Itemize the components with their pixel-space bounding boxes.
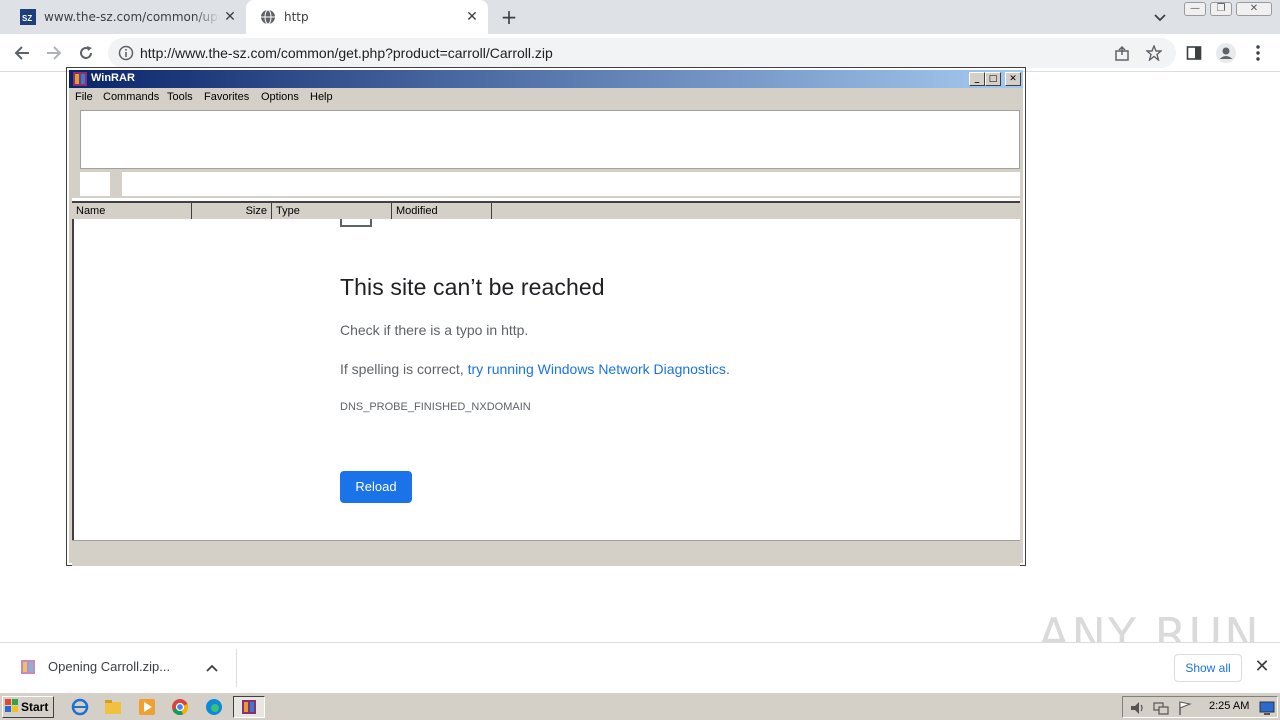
column-size[interactable]: Size	[192, 203, 272, 219]
tab-update-php[interactable]: SZ www.the-sz.com/common/update.php ✕	[0, 0, 246, 34]
winrar-close-icon[interactable]: ✕	[1005, 72, 1021, 86]
bookmark-star-icon[interactable]	[1145, 44, 1163, 65]
flag-icon[interactable]	[1177, 700, 1193, 720]
winrar-maximize-icon[interactable]: □	[985, 72, 1001, 86]
tab-strip: SZ www.the-sz.com/common/update.php ✕ ht…	[0, 0, 1280, 34]
winrar-toolbar-area	[72, 108, 1020, 198]
column-type[interactable]: Type	[272, 203, 392, 219]
winrar-filelist-border	[72, 219, 74, 541]
address-bar[interactable]: http://www.the-sz.com/common/get.php?pro…	[108, 38, 1176, 68]
winrar-titlebar[interactable]: WinRAR _ □ ✕	[69, 70, 1023, 88]
taskbar: Start 2:25 AM	[0, 692, 1280, 720]
windows-logo-icon	[5, 699, 19, 719]
tab-title: http	[284, 10, 309, 24]
menu-tools[interactable]: Tools	[167, 91, 193, 103]
forward-icon[interactable]	[42, 41, 66, 65]
tab-close-icon[interactable]: ✕	[464, 9, 480, 25]
menu-options[interactable]: Options	[261, 91, 299, 103]
winrar-border-right	[1020, 108, 1023, 563]
shelf-divider	[236, 649, 237, 687]
winrar-statusbar	[72, 540, 1020, 566]
download-item-label[interactable]: Opening Carroll.zip...	[48, 659, 170, 674]
menu-file[interactable]: File	[75, 91, 93, 103]
close-window-icon[interactable]: ✕	[1236, 2, 1272, 16]
start-button[interactable]: Start	[2, 696, 54, 718]
close-icon[interactable]: ✕	[1252, 657, 1272, 677]
winrar-logo-icon	[241, 699, 257, 719]
menu-favorites[interactable]: Favorites	[204, 91, 249, 103]
system-tray: 2:25 AM	[1122, 696, 1278, 718]
tab-title: www.the-sz.com/common/update.php	[44, 10, 220, 24]
archive-file-icon	[20, 659, 36, 679]
winrar-window: WinRAR _ □ ✕ File Commands Tools Favorit…	[66, 67, 1026, 566]
winrar-toolbar	[80, 110, 1020, 169]
winrar-up-button[interactable]	[80, 172, 110, 196]
menu-help[interactable]: Help	[310, 91, 333, 103]
tab-close-icon[interactable]: ✕	[222, 9, 238, 25]
media-player-icon[interactable]	[137, 697, 157, 717]
network-icon[interactable]	[1153, 700, 1169, 720]
side-panel-icon[interactable]	[1182, 41, 1206, 65]
profile-avatar-icon[interactable]	[1214, 41, 1238, 65]
info-icon[interactable]	[118, 45, 134, 65]
winrar-menubar: File Commands Tools Favorites Options He…	[69, 88, 1023, 108]
tab-http[interactable]: http ✕	[246, 0, 488, 34]
winrar-path-field[interactable]	[122, 172, 1020, 196]
minimize-icon[interactable]: —	[1184, 2, 1206, 16]
chevron-down-icon[interactable]	[1152, 9, 1168, 25]
download-shelf: Opening Carroll.zip... Show all ✕	[0, 642, 1280, 692]
volume-icon[interactable]	[1129, 700, 1145, 720]
taskbar-winrar-button[interactable]	[233, 696, 265, 718]
sz-logo-icon: SZ	[20, 9, 36, 25]
edge-icon[interactable]	[204, 697, 224, 717]
chrome-icon[interactable]	[170, 697, 190, 717]
error-icon-fragment	[340, 219, 372, 227]
more-menu-icon[interactable]	[1246, 41, 1270, 65]
file-explorer-icon[interactable]	[103, 697, 123, 717]
column-modified[interactable]: Modified	[392, 203, 492, 219]
chevron-up-icon[interactable]	[204, 660, 220, 680]
winrar-column-header: Name Size Type Modified	[72, 201, 1020, 219]
menu-commands[interactable]: Commands	[103, 91, 159, 103]
start-label: Start	[21, 700, 49, 714]
internet-explorer-icon[interactable]	[70, 697, 90, 717]
clock[interactable]: 2:25 AM	[1209, 700, 1249, 712]
new-tab-icon[interactable]: +	[498, 7, 520, 27]
winrar-minimize-icon[interactable]: _	[969, 72, 985, 86]
winrar-title: WinRAR	[91, 72, 135, 84]
reload-icon[interactable]	[74, 41, 98, 65]
column-name[interactable]: Name	[72, 203, 192, 219]
restore-icon[interactable]: ❐	[1210, 2, 1232, 16]
show-desktop-icon[interactable]	[1259, 700, 1275, 720]
back-icon[interactable]	[10, 41, 34, 65]
share-icon[interactable]	[1114, 45, 1130, 65]
url-text[interactable]: http://www.the-sz.com/common/get.php?pro…	[140, 45, 553, 61]
show-all-button[interactable]: Show all	[1174, 654, 1242, 682]
svg-text:SZ: SZ	[22, 14, 32, 23]
globe-icon	[260, 9, 276, 25]
